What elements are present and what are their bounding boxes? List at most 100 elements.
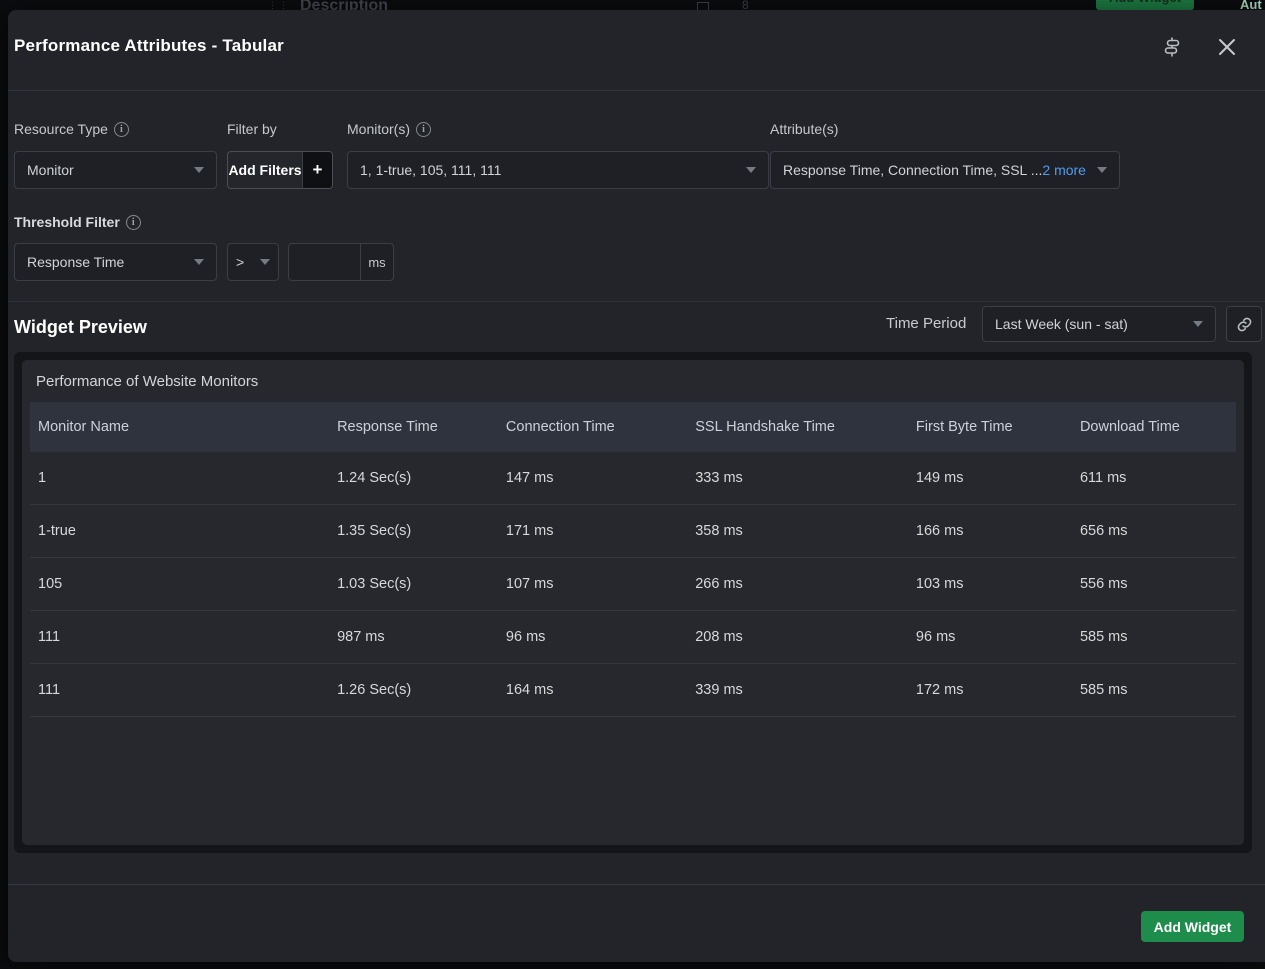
threshold-attribute-select[interactable]: Response Time [14,243,217,281]
section-divider [8,301,1265,302]
time-period-label-text: Time Period [886,315,966,332]
column-header: Connection Time [498,402,687,452]
preview-table: Monitor NameResponse TimeConnection Time… [30,402,1236,717]
table-cell: 556 ms [1072,558,1236,611]
background-page-strip: ⋮⋮ Description 8 Add Widget Aut [0,0,1265,10]
table-row: 1-true1.35 Sec(s)171 ms358 ms166 ms656 m… [30,505,1236,558]
monitors-value: 1, 1-true, 105, 111, 111 [360,162,738,178]
monitors-select[interactable]: 1, 1-true, 105, 111, 111 [347,151,769,189]
time-period-select[interactable]: Last Week (sun - sat) [982,306,1216,342]
filter-by-label: Filter by [227,121,277,137]
info-icon[interactable]: i [416,122,431,137]
table-cell: 107 ms [498,558,687,611]
table-row: 11.24 Sec(s)147 ms333 ms149 ms611 ms [30,452,1236,505]
column-header: First Byte Time [908,402,1072,452]
background-bottom-strip [0,962,1265,969]
table-cell: 987 ms [329,611,498,664]
table-cell: 149 ms [908,452,1072,505]
plus-icon[interactable]: + [302,152,332,188]
dialog-title: Performance Attributes - Tabular [14,36,284,56]
threshold-unit-label: ms [360,244,393,280]
add-widget-button[interactable]: Add Widget [1141,911,1244,942]
column-header: Monitor Name [30,402,329,452]
background-widget-icon [697,2,709,10]
widget-preview-heading: Widget Preview [14,317,147,338]
resource-type-label-text: Resource Type [14,121,108,137]
table-cell: 164 ms [498,664,687,717]
link-time-period-button[interactable] [1226,306,1262,342]
chevron-down-icon [194,167,204,173]
sliders-icon [1161,36,1183,58]
table-cell: 96 ms [498,611,687,664]
chevron-down-icon [260,259,270,265]
column-header: Download Time [1072,402,1236,452]
table-cell: 96 ms [908,611,1072,664]
table-cell: 585 ms [1072,611,1236,664]
table-cell: 105 [30,558,329,611]
time-period-value: Last Week (sun - sat) [995,316,1185,332]
table-cell: 1-true [30,505,329,558]
widget-title: Performance of Website Monitors [22,360,1244,402]
time-period-label: Time Period [886,315,966,332]
table-cell: 1.03 Sec(s) [329,558,498,611]
chevron-down-icon [1097,167,1107,173]
table-cell: 111 [30,611,329,664]
table-cell: 166 ms [908,505,1072,558]
table-cell: 111 [30,664,329,717]
table-cell: 1.35 Sec(s) [329,505,498,558]
table-cell: 1 [30,452,329,505]
attributes-label: Attribute(s) [770,121,838,137]
table-row: 1051.03 Sec(s)107 ms266 ms103 ms556 ms [30,558,1236,611]
table-row: 111987 ms96 ms208 ms96 ms585 ms [30,611,1236,664]
add-filters-button[interactable]: Add Filters + [227,151,333,189]
table-cell: 358 ms [687,505,908,558]
table-cell: 103 ms [908,558,1072,611]
filter-by-label-text: Filter by [227,121,277,137]
chevron-down-icon [746,167,756,173]
resource-type-label: Resource Type i [14,121,129,137]
attributes-select[interactable]: Response Time, Connection Time, SSL ...2… [770,151,1120,189]
table-cell: 172 ms [908,664,1072,717]
table-cell: 1.24 Sec(s) [329,452,498,505]
attributes-label-text: Attribute(s) [770,121,838,137]
background-count-text: 8 [742,0,749,10]
table-cell: 339 ms [687,664,908,717]
threshold-operator-select[interactable]: > [227,243,279,281]
threshold-filter-label-text: Threshold Filter [14,214,120,230]
close-icon [1218,38,1236,56]
chevron-down-icon [194,259,204,265]
resource-type-value: Monitor [27,162,186,178]
threshold-attribute-value: Response Time [27,254,186,270]
table-cell: 266 ms [687,558,908,611]
table-cell: 147 ms [498,452,687,505]
threshold-operator-value: > [236,254,252,270]
table-cell: 656 ms [1072,505,1236,558]
footer-divider [8,884,1265,885]
column-header: SSL Handshake Time [687,402,908,452]
table-cell: 611 ms [1072,452,1236,505]
widget-preview-panel: Performance of Website Monitors Monitor … [22,360,1244,845]
link-icon [1236,316,1253,333]
info-icon[interactable]: i [126,215,141,230]
attributes-value: Response Time, Connection Time, SSL ...2… [783,162,1089,178]
resource-type-select[interactable]: Monitor [14,151,217,189]
background-auto-text: Aut [1240,0,1262,10]
add-filters-label: Add Filters [228,152,302,188]
threshold-value-input[interactable] [289,244,360,280]
threshold-filter-label: Threshold Filter i [14,214,141,230]
attributes-more-link[interactable]: 2 more [1042,162,1086,178]
close-button[interactable] [1213,33,1241,61]
table-cell: 171 ms [498,505,687,558]
preview-table-wrap: Monitor NameResponse TimeConnection Time… [30,402,1236,717]
widget-preview-frame: Performance of Website Monitors Monitor … [14,352,1252,853]
info-icon[interactable]: i [114,122,129,137]
chevron-down-icon [1193,321,1203,327]
widget-settings-icon-button[interactable] [1158,33,1186,61]
column-header: Response Time [329,402,498,452]
table-cell: 1.26 Sec(s) [329,664,498,717]
table-cell: 333 ms [687,452,908,505]
table-row: 1111.26 Sec(s)164 ms339 ms172 ms585 ms [30,664,1236,717]
dialog-header: Performance Attributes - Tabular [8,10,1265,91]
monitors-label-text: Monitor(s) [347,121,410,137]
background-add-widget-button: Add Widget [1096,0,1194,10]
